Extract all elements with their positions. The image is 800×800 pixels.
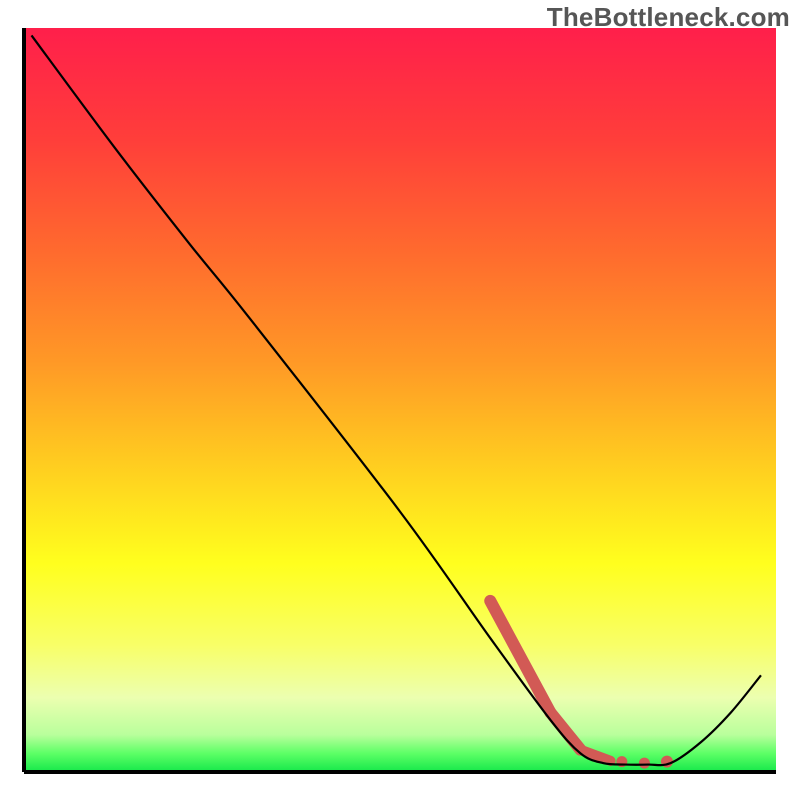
gradient-background: [24, 28, 776, 772]
plot-area: [24, 28, 776, 772]
chart-canvas: TheBottleneck.com: [0, 0, 800, 800]
watermark-text: TheBottleneck.com: [547, 2, 790, 33]
chart-svg: [0, 0, 800, 800]
